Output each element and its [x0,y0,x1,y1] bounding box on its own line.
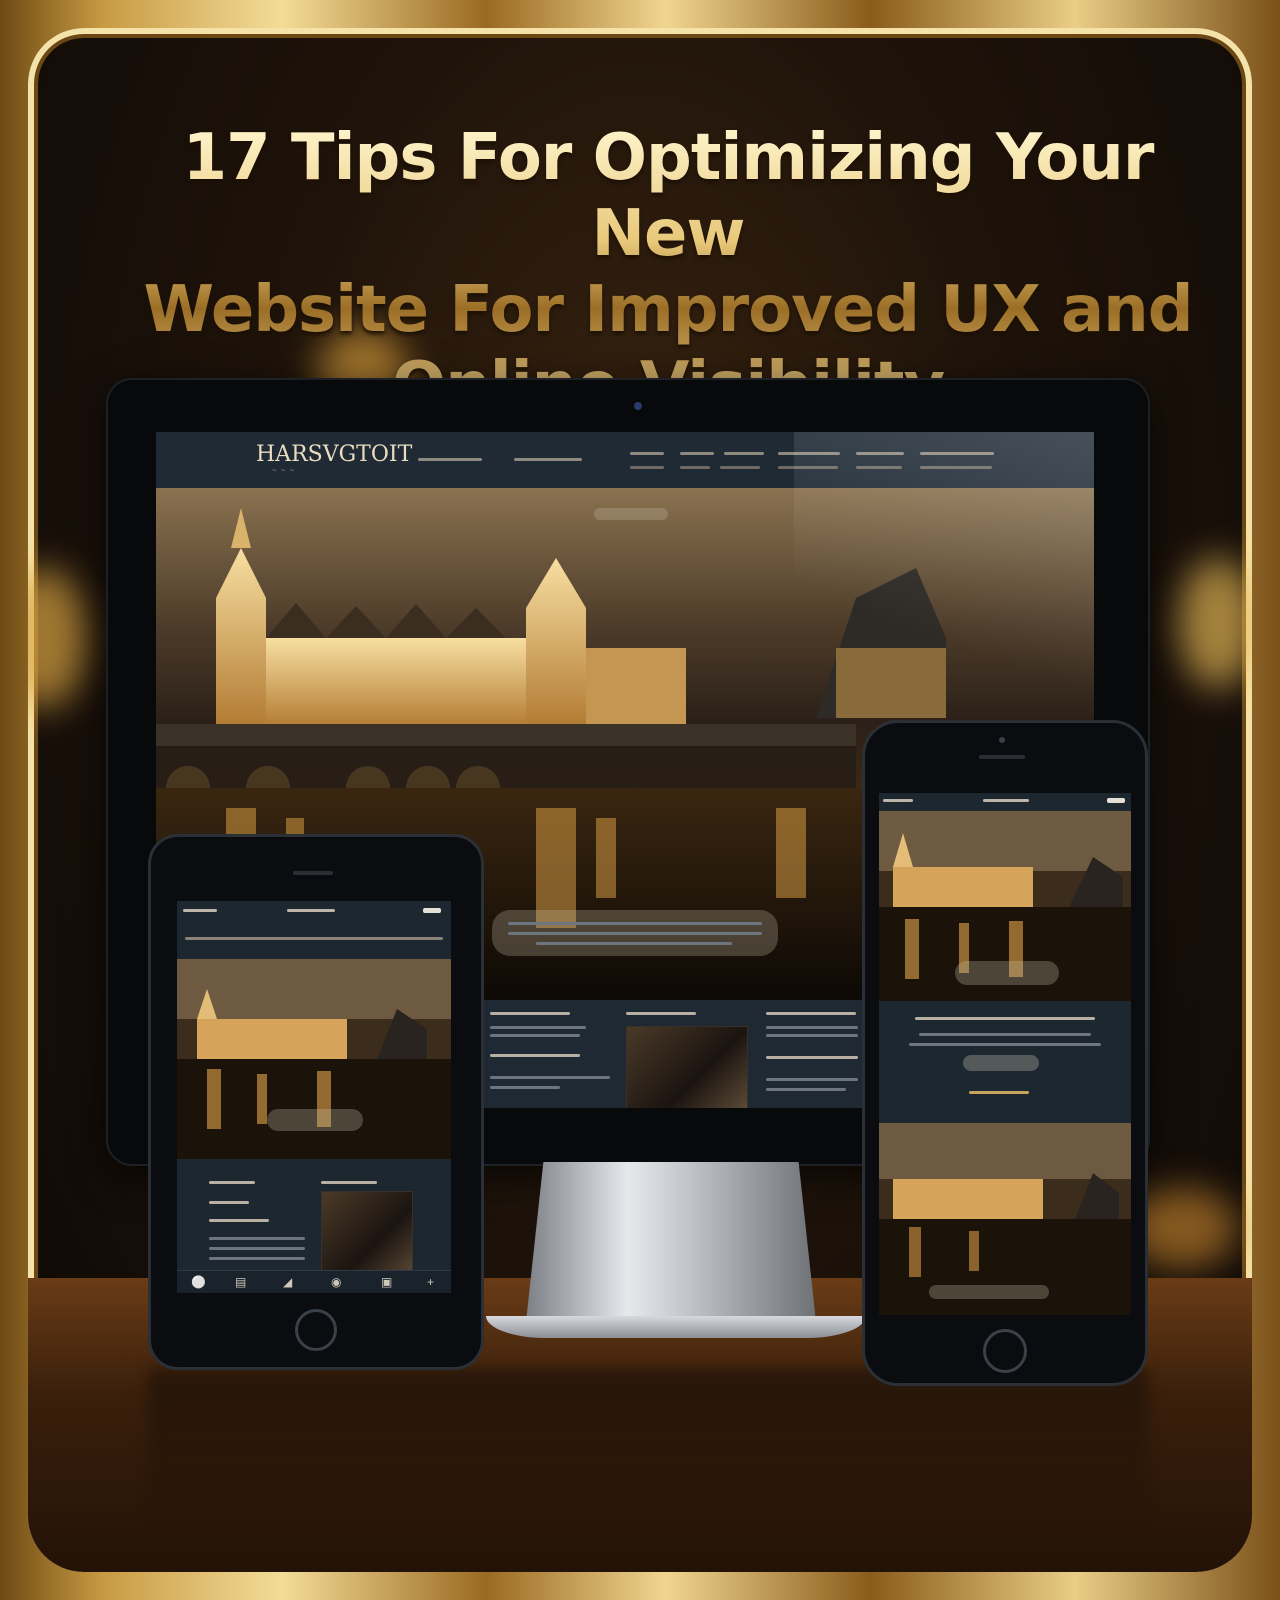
section-line [909,1043,1101,1046]
globe-icon[interactable]: ◉ [331,1275,341,1289]
title-line-1: 17 Tips For Optimizing Your New [182,121,1154,271]
tablet-device: ⚪ ▤ ◢ ◉ ▣ + [148,834,484,1370]
section-heading [490,1012,570,1015]
section-heading [209,1181,255,1184]
status-item [183,909,217,912]
device-reflection [148,1368,1148,1528]
tablet-hero-image [177,959,451,1159]
brand-mark [969,1091,1029,1094]
section-line [209,1247,305,1250]
home-button [295,1309,337,1351]
website-logo-tagline: ~ ~ ~ [272,466,296,475]
battery-icon [1107,798,1125,803]
home-button [983,1329,1027,1373]
section-heading [321,1181,377,1184]
cta-button[interactable] [963,1055,1039,1071]
nav-item [724,452,764,455]
section-line [209,1237,305,1240]
section-line [766,1078,858,1081]
nav-item [418,458,482,461]
nav-item [630,466,664,469]
section-line [209,1257,305,1260]
hero-badge [594,508,668,520]
section-heading [209,1201,249,1204]
user-icon[interactable]: ⚪ [191,1275,206,1289]
section-heading [766,1012,856,1015]
nav-item [720,466,760,469]
status-bar [177,901,451,919]
section-heading [766,1056,858,1059]
status-bar [879,793,1131,811]
pen-icon[interactable]: ◢ [283,1275,292,1289]
screen-glare [794,432,1094,762]
status-item [983,799,1029,802]
battery-icon [423,908,441,913]
nav-item [185,937,443,940]
status-item [883,799,913,802]
section-heading [209,1219,269,1222]
hero-caption-line [536,942,732,945]
phone-hero-image [879,811,1131,1001]
tablet-screen: ⚪ ▤ ◢ ◉ ▣ + [177,901,451,1293]
poster-card: 17 Tips For Optimizing Your New Website … [28,28,1252,1572]
monitor-stand [526,1162,816,1322]
bokeh-light [28,568,88,708]
section-heading [915,1017,1095,1020]
monitor-stand-base [486,1316,866,1338]
section-line [766,1034,858,1037]
section-line [490,1026,586,1029]
front-camera-icon [999,737,1005,743]
section-line [919,1033,1091,1036]
nav-item [514,458,582,461]
section-line [490,1076,610,1079]
section-heading [490,1054,580,1057]
document-icon[interactable]: ▤ [235,1275,246,1289]
section-line [766,1026,858,1029]
section-line [490,1034,580,1037]
phone-screen [879,793,1131,1315]
phone-gallery-image [879,1123,1131,1315]
title-line-2: Website For Improved UX and [143,273,1193,347]
interior-photo [321,1191,413,1279]
tab-bar: ⚪ ▤ ◢ ◉ ▣ + [177,1270,451,1293]
section-line [490,1086,560,1089]
website-logo: H​AR​SVGTOIT [256,442,413,467]
status-item [287,909,335,912]
nav-item [680,466,710,469]
hero-caption-line [508,932,762,935]
plus-icon[interactable]: + [427,1275,434,1289]
interior-photo [626,1026,748,1108]
section-heading [626,1012,696,1015]
bookmark-icon[interactable]: ▣ [381,1275,392,1289]
bokeh-light [1178,558,1252,688]
speaker-grille [979,755,1025,759]
speaker-grille [293,871,333,875]
hero-caption-line [508,922,762,925]
smartphone-device [862,720,1148,1386]
nav-item [630,452,664,455]
nav-item [680,452,714,455]
webcam-icon [634,402,642,410]
section-line [766,1088,846,1091]
